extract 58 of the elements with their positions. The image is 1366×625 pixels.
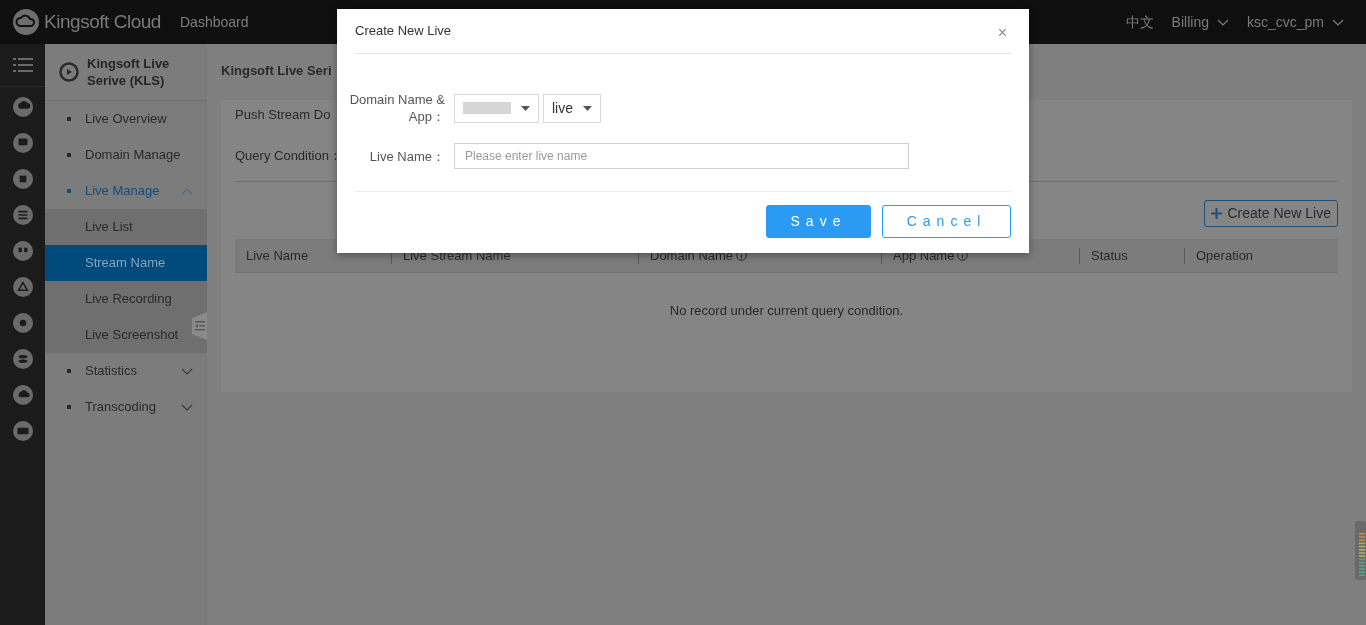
cloud-upload-icon[interactable] bbox=[12, 385, 33, 405]
nav-link[interactable]: Dashboard bbox=[180, 11, 249, 33]
sidebar-subitem[interactable]: Live Recording bbox=[45, 281, 192, 317]
filter-label: Query Condition： bbox=[235, 147, 342, 165]
field-label: Domain Name & App： bbox=[349, 91, 445, 125]
caret-icon bbox=[521, 105, 530, 111]
chevron-up-icon bbox=[181, 187, 193, 195]
language-link[interactable]: 中文 bbox=[1125, 11, 1154, 33]
database-icon[interactable] bbox=[12, 349, 33, 369]
chevron-down-icon bbox=[1216, 18, 1229, 26]
close-button[interactable]: × bbox=[997, 25, 1007, 41]
save-button[interactable]: Save bbox=[766, 205, 871, 238]
network-icon[interactable] bbox=[12, 277, 33, 297]
play-icon bbox=[59, 62, 79, 82]
dropdown-menu[interactable]: Billing bbox=[1171, 11, 1229, 33]
collapse-tab-icon[interactable] bbox=[192, 312, 207, 340]
select-field[interactable] bbox=[454, 93, 539, 123]
plus-icon bbox=[1210, 208, 1222, 219]
menu-icon[interactable] bbox=[12, 58, 33, 72]
chevron-down-icon bbox=[181, 403, 193, 411]
chevron-down-icon bbox=[181, 367, 193, 375]
column-header[interactable]: Live Name bbox=[246, 245, 309, 266]
level-meter-drawing bbox=[1355, 521, 1366, 580]
page-title: Kingsoft Live Seri bbox=[221, 63, 332, 78]
info-icon bbox=[957, 250, 969, 261]
modal-title: Create New Live bbox=[355, 22, 452, 41]
sidebar-item[interactable]: Live Overview bbox=[45, 101, 207, 137]
sidebar-item[interactable]: Transcoding bbox=[45, 389, 207, 425]
card-icon[interactable] bbox=[12, 421, 33, 441]
redacted-value bbox=[463, 102, 511, 114]
sidebar-subitem[interactable]: Live List bbox=[45, 209, 192, 245]
filter-label: Push Stream Do bbox=[235, 106, 331, 124]
bullet-icon bbox=[67, 189, 71, 193]
sidebar-item[interactable]: Live Manage bbox=[45, 173, 207, 209]
bullet-icon bbox=[67, 153, 71, 157]
bullet-icon bbox=[67, 405, 71, 409]
dropdown-menu[interactable]: ksc_cvc_pm bbox=[1246, 11, 1344, 33]
bullet-icon bbox=[67, 117, 71, 121]
empty-message: No record under current query condition. bbox=[668, 302, 905, 320]
chevron-down-icon bbox=[1332, 18, 1344, 26]
caret-icon bbox=[583, 105, 592, 111]
sidebar-item[interactable]: Domain Manage bbox=[45, 137, 207, 173]
column-header[interactable]: Status bbox=[1091, 245, 1128, 266]
create-button[interactable]: Create New Live bbox=[1203, 200, 1338, 227]
monitor-icon[interactable] bbox=[12, 133, 33, 153]
server-icon[interactable] bbox=[12, 205, 33, 225]
sidebar-subitem[interactable]: Live Screenshot bbox=[45, 317, 192, 353]
field-label: Live Name： bbox=[368, 147, 445, 165]
select-field[interactable]: live bbox=[543, 93, 601, 123]
cancel-button[interactable]: Cancel bbox=[882, 205, 1011, 238]
bullet-icon bbox=[67, 369, 71, 373]
logo-text: Kingsoft Cloud bbox=[44, 9, 161, 34]
cloud-logo-icon bbox=[12, 8, 40, 36]
info-icon bbox=[736, 250, 748, 261]
sidebar-item[interactable]: Statistics bbox=[45, 353, 207, 389]
text-field[interactable]: Please enter live name bbox=[454, 143, 909, 169]
sidebar-title: Kingsoft Live Serive (KLS) bbox=[87, 55, 171, 89]
column-header[interactable]: Operation bbox=[1196, 245, 1254, 266]
